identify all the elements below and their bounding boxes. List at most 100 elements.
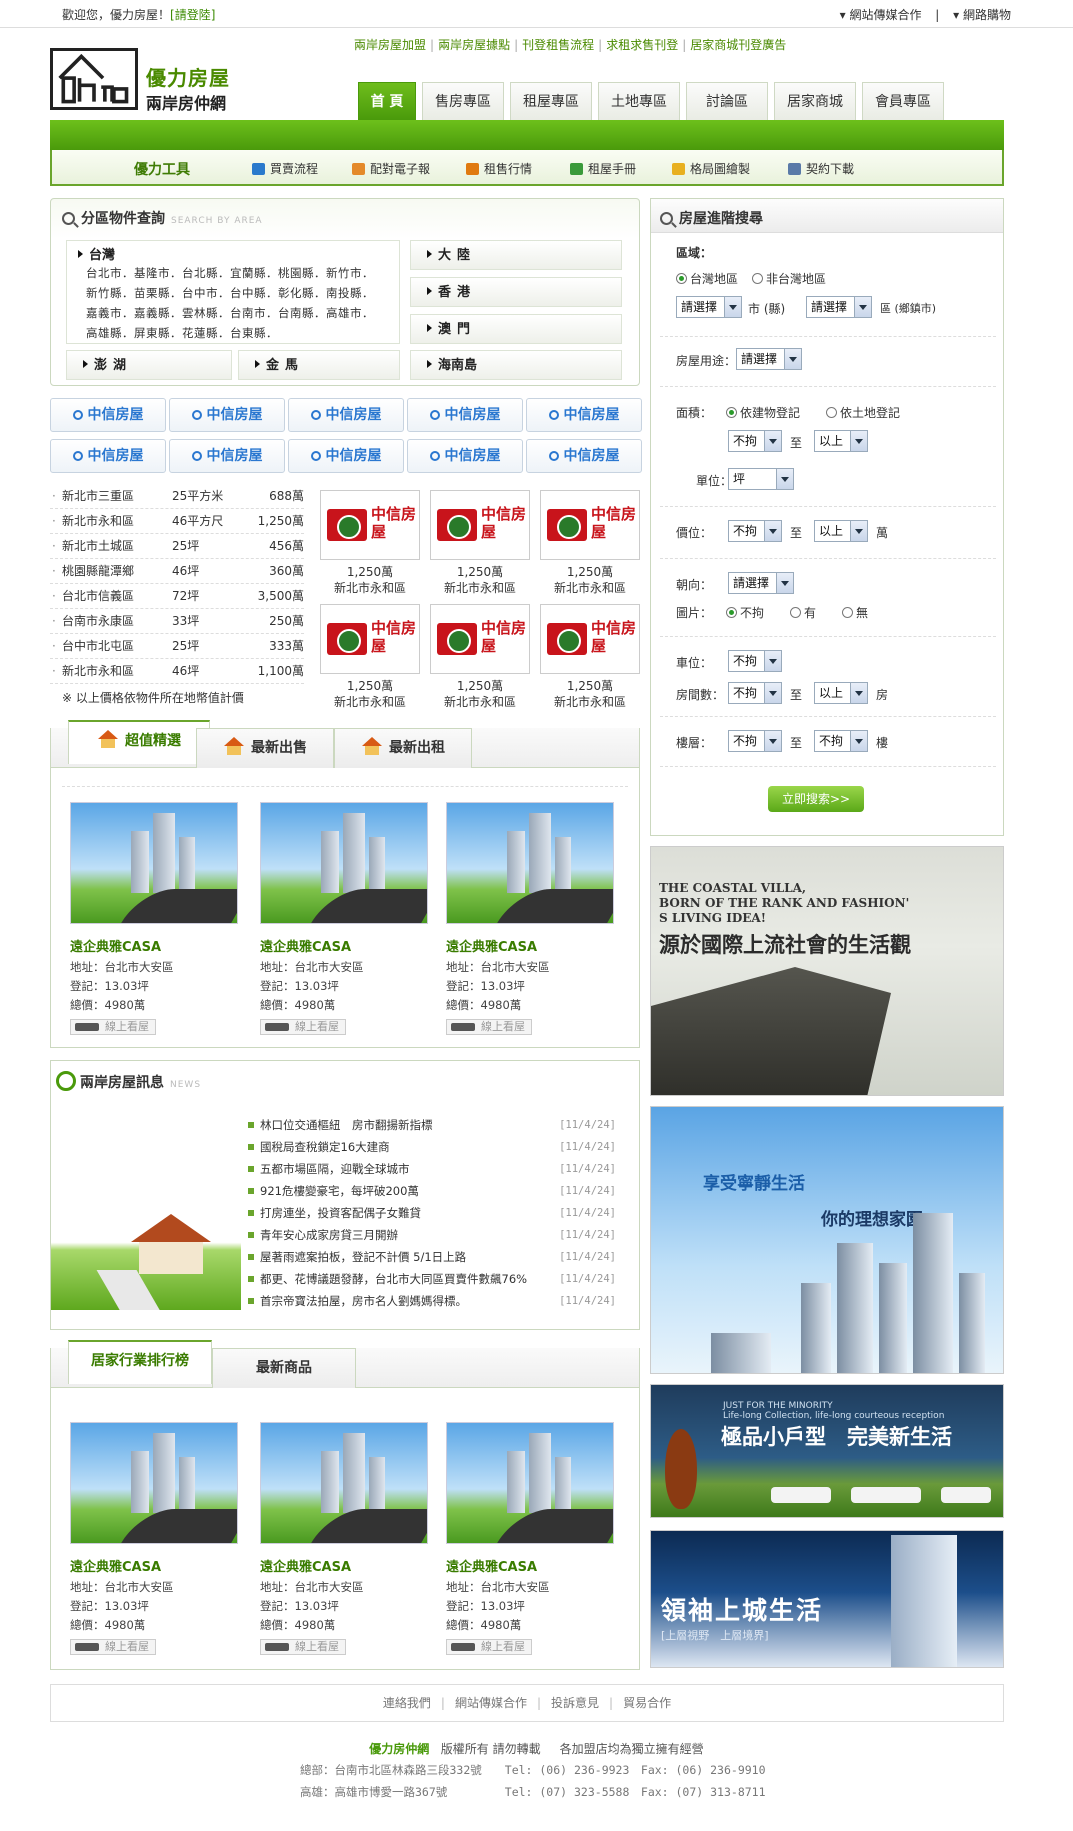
property-name[interactable]: 遠企典雅CASA: [446, 1556, 618, 1575]
tab-rent[interactable]: 租屋專區: [510, 82, 592, 120]
area-max-select[interactable]: 以上: [814, 430, 868, 452]
news-item[interactable]: 首宗帝寶法拍屋，房市名人劉媽媽得標。 [11/4/24]: [248, 1293, 616, 1309]
footer-link-trade[interactable]: 貿易合作: [623, 1696, 671, 1710]
promo-link-locations[interactable]: 兩岸房屋據點: [438, 38, 510, 52]
online-tour-button[interactable]: 線上看屋: [70, 1639, 156, 1655]
media-cooperation-link[interactable]: ▾ 網站傳媒合作: [840, 8, 922, 22]
tool-matching-newsletter[interactable]: 配對電子報: [352, 160, 430, 177]
news-headline[interactable]: 921危樓變豪宅，每坪破200萬: [260, 1184, 419, 1198]
property-card[interactable]: 遠企典雅CASA 地址：台北市大安區 登記：13.03坪 總價：4980萬 線上看屋: [260, 1422, 432, 1655]
listing-row[interactable]: 新北市三重區 25平方米 688萬: [50, 484, 304, 509]
tab-best-value[interactable]: 超值精選: [68, 720, 210, 764]
agency-logo-card[interactable]: 中信房屋: [320, 604, 420, 674]
news-item[interactable]: 都更、花博議題發酵，台北市大同區買賣件數飆76% [11/4/24]: [248, 1271, 616, 1287]
online-tour-button[interactable]: 線上看屋: [260, 1639, 346, 1655]
logo-icon[interactable]: [50, 48, 138, 110]
search-submit-button[interactable]: 立即搜索>>: [768, 786, 864, 812]
footer-link-contact[interactable]: 連絡我們: [383, 1696, 431, 1710]
brand-button[interactable]: 中信房屋: [407, 398, 523, 432]
agency-logo-card[interactable]: 中信房屋: [430, 604, 530, 674]
ad-leader-city[interactable]: 領袖上城生活 [上層視野 上層境界]: [650, 1530, 1004, 1668]
tab-land[interactable]: 土地專區: [598, 82, 680, 120]
brand-button[interactable]: 中信房屋: [526, 439, 642, 473]
property-card[interactable]: 遠企典雅CASA 地址：台北市大安區 登記：13.03坪 總價：4980萬 線上看屋: [70, 802, 242, 1035]
floor-min-select[interactable]: 不拘: [728, 730, 782, 752]
tab-new-products[interactable]: 最新商品: [212, 1348, 356, 1388]
listing-row[interactable]: 新北市土城區 25坪 456萬: [50, 534, 304, 559]
brand-button[interactable]: 中信房屋: [288, 398, 404, 432]
floor-max-select[interactable]: 不拘: [814, 730, 868, 752]
tab-home[interactable]: 首 頁: [358, 82, 416, 120]
online-tour-button[interactable]: 線上看屋: [446, 1019, 532, 1035]
district-select[interactable]: 請選擇: [806, 296, 872, 318]
brand-button[interactable]: 中信房屋: [288, 439, 404, 473]
listing-row[interactable]: 台北市信義區 72坪 3,500萬: [50, 584, 304, 609]
region-penghu[interactable]: 澎湖: [66, 350, 232, 380]
property-card[interactable]: 遠企典雅CASA 地址：台北市大安區 登記：13.03坪 總價：4980萬 線上看屋: [446, 1422, 618, 1655]
parking-select[interactable]: 不拘: [728, 650, 782, 672]
news-item[interactable]: 屋著雨遮案拍板，登記不計價 5/1日上路 [11/4/24]: [248, 1249, 616, 1265]
taiwan-cities-line[interactable]: 嘉義市．嘉義縣．雲林縣．台南市．台南縣．高雄市．: [86, 305, 374, 321]
news-item[interactable]: 青年安心成家房貸三月開辦 [11/4/24]: [248, 1227, 616, 1243]
brand-button[interactable]: 中信房屋: [50, 439, 166, 473]
brand-button[interactable]: 中信房屋: [169, 439, 285, 473]
tab-latest-rent[interactable]: 最新出租: [334, 728, 472, 768]
radio-photo-yes[interactable]: 有: [790, 604, 816, 621]
tool-contract-download[interactable]: 契約下載: [788, 160, 854, 177]
tab-member[interactable]: 會員專區: [862, 82, 944, 120]
ad-small-unit[interactable]: JUST FOR THE MINORITY Life-long Collectio…: [650, 1384, 1004, 1518]
property-image[interactable]: [446, 802, 614, 924]
listing-row[interactable]: 台中市北屯區 25坪 333萬: [50, 634, 304, 659]
news-headline[interactable]: 打房連坐，投資客配偶子女難貸: [260, 1206, 421, 1220]
promo-link-post-request[interactable]: 求租求售刊登: [606, 38, 678, 52]
radio-building-registered[interactable]: 依建物登記: [726, 404, 800, 421]
property-name[interactable]: 遠企典雅CASA: [260, 1556, 432, 1575]
online-shopping-link[interactable]: ▾ 網路購物: [953, 8, 1011, 22]
online-tour-button[interactable]: 線上看屋: [260, 1019, 346, 1035]
news-headline[interactable]: 五都市場區隔，迎戰全球城市: [260, 1162, 410, 1176]
radio-non-taiwan[interactable]: 非台灣地區: [752, 270, 826, 287]
region-kinmen-matsu[interactable]: 金馬: [238, 350, 400, 380]
tab-mall[interactable]: 居家商城: [774, 82, 856, 120]
promo-link-listing-process[interactable]: 刊登租售流程: [522, 38, 594, 52]
online-tour-button[interactable]: 線上看屋: [70, 1019, 156, 1035]
property-image[interactable]: [260, 1422, 428, 1544]
city-select[interactable]: 請選擇: [676, 296, 742, 318]
taiwan-cities-line[interactable]: 新竹縣．苗栗縣．台中市．台中縣．彰化縣．南投縣．: [86, 285, 374, 301]
news-headline[interactable]: 青年安心成家房貸三月開辦: [260, 1228, 398, 1242]
radio-photo-no[interactable]: 無: [842, 604, 868, 621]
taiwan-cities-line[interactable]: 台北市．基隆市．台北縣．宜蘭縣．桃園縣．新竹市．: [86, 265, 374, 281]
property-card[interactable]: 遠企典雅CASA 地址：台北市大安區 登記：13.03坪 總價：4980萬 線上看屋: [260, 802, 432, 1035]
rooms-max-select[interactable]: 以上: [814, 682, 868, 704]
taiwan-region-title[interactable]: 台灣: [78, 244, 115, 263]
brand-button[interactable]: 中信房屋: [169, 398, 285, 432]
tab-sale[interactable]: 售房專區: [422, 82, 504, 120]
listing-row[interactable]: 桃園縣龍潭鄉 46坪 360萬: [50, 559, 304, 584]
news-headline[interactable]: 林口位交通樞紐 房市翻揚新指標: [260, 1118, 433, 1132]
property-image[interactable]: [260, 802, 428, 924]
footer-link-complaint[interactable]: 投訴意見: [551, 1696, 599, 1710]
news-item[interactable]: 國稅局查稅鎖定16大建商 [11/4/24]: [248, 1139, 616, 1155]
property-image[interactable]: [446, 1422, 614, 1544]
tool-trade-process[interactable]: 買賣流程: [252, 160, 318, 177]
property-name[interactable]: 遠企典雅CASA: [70, 1556, 242, 1575]
news-headline[interactable]: 屋著雨遮案拍板，登記不計價 5/1日上路: [260, 1250, 466, 1264]
listing-row[interactable]: 新北市永和區 46平方尺 1,250萬: [50, 509, 304, 534]
news-item[interactable]: 林口位交通樞紐 房市翻揚新指標 [11/4/24]: [248, 1117, 616, 1133]
region-hainan[interactable]: 海南島: [410, 350, 622, 380]
agency-logo-card[interactable]: 中信房屋: [540, 604, 640, 674]
agency-logo-card[interactable]: 中信房屋: [430, 490, 530, 560]
footer-link-media[interactable]: 網站傳媒合作: [455, 1696, 527, 1710]
tab-forum[interactable]: 討論區: [686, 82, 768, 120]
agency-logo-card[interactable]: 中信房屋: [320, 490, 420, 560]
ad-coastal-villa[interactable]: THE COASTAL VILLA, BORN OF THE RANK AND F…: [650, 846, 1004, 1096]
radio-taiwan[interactable]: 台灣地區: [676, 270, 738, 287]
region-hongkong[interactable]: 香港: [410, 277, 622, 307]
tool-rent-market[interactable]: 租售行情: [466, 160, 532, 177]
property-card[interactable]: 遠企典雅CASA 地址：台北市大安區 登記：13.03坪 總價：4980萬 線上看屋: [446, 802, 618, 1035]
area-min-select[interactable]: 不拘: [728, 430, 782, 452]
property-card[interactable]: 遠企典雅CASA 地址：台北市大安區 登記：13.03坪 總價：4980萬 線上看屋: [70, 1422, 242, 1655]
tool-floorplan[interactable]: 格局圖繪製: [672, 160, 750, 177]
news-item[interactable]: 五都市場區隔，迎戰全球城市 [11/4/24]: [248, 1161, 616, 1177]
news-item[interactable]: 921危樓變豪宅，每坪破200萬 [11/4/24]: [248, 1183, 616, 1199]
